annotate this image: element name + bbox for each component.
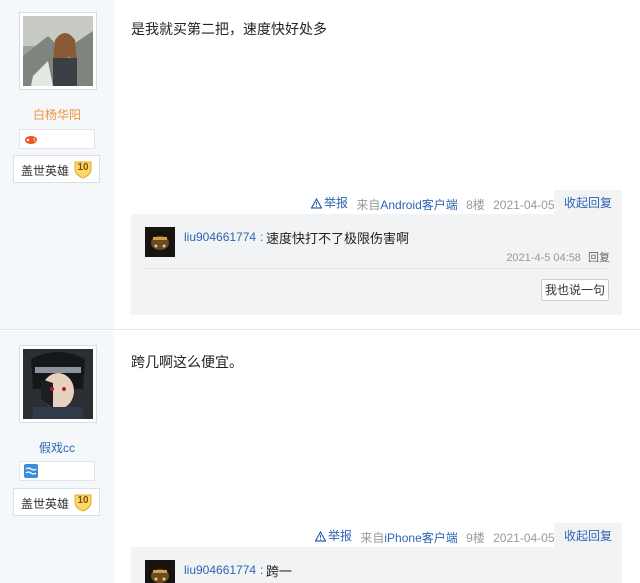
reply-meta: 2021-4-5 04:58 回复 bbox=[506, 249, 610, 265]
level-title: 盖世英雄 bbox=[21, 497, 70, 511]
reply-item: liu904661774 : 速度快打不了极限伤害啊 2021-4-5 04:5… bbox=[145, 227, 610, 269]
author-avatar[interactable] bbox=[19, 12, 97, 90]
author-sidebar: 白杨华阳 盖世英雄 10 bbox=[0, 0, 114, 329]
collapse-replies-button[interactable]: 收起回复 bbox=[554, 523, 622, 549]
author-username[interactable]: 白杨华阳 bbox=[0, 106, 114, 123]
report-link[interactable]: 举报 bbox=[311, 190, 348, 216]
level-badge: 10 bbox=[73, 492, 93, 512]
collapse-replies-button[interactable]: 收起回复 bbox=[554, 190, 622, 216]
level-title: 盖世英雄 bbox=[21, 164, 70, 178]
client-link[interactable]: Android客户端 bbox=[380, 198, 457, 212]
reply-text: 速度快打不了极限伤害啊 bbox=[266, 231, 410, 246]
reply-username[interactable]: liu904661774 bbox=[184, 563, 256, 577]
reply-box: liu904661774 : 跨一 bbox=[131, 547, 622, 583]
author-sidebar: 假戏cc 盖世英雄 10 bbox=[0, 331, 114, 583]
member-badge[interactable] bbox=[19, 129, 95, 149]
member-badge[interactable] bbox=[19, 461, 95, 481]
post-tail: 举报 来自Android客户端 8楼 2021-04-05 03:07 bbox=[311, 190, 593, 216]
reply-item: liu904661774 : 跨一 bbox=[145, 560, 610, 583]
post-content: 是我就买第二把，速度快好处多 bbox=[131, 21, 327, 37]
post-content: 跨几啊这么便宜。 bbox=[131, 354, 243, 370]
reply-box: liu904661774 : 速度快打不了极限伤害啊 2021-4-5 04:5… bbox=[131, 214, 622, 315]
user-level[interactable]: 盖世英雄 10 bbox=[13, 488, 100, 516]
level-badge: 10 bbox=[73, 159, 93, 179]
game-controller-icon bbox=[25, 136, 37, 144]
reply-time: 2021-4-5 04:58 bbox=[506, 252, 581, 264]
reply-button[interactable]: 回复 bbox=[588, 252, 610, 264]
user-level[interactable]: 盖世英雄 10 bbox=[13, 155, 100, 183]
post-floor-9: 假戏cc 盖世英雄 10 跨几啊这么便宜。 举报 来自iPhone客户端 9楼 … bbox=[0, 331, 640, 583]
warning-icon bbox=[311, 197, 322, 209]
post-tail: 举报 来自iPhone客户端 9楼 2021-04-05 04:38 bbox=[315, 523, 593, 549]
wave-badge-icon bbox=[24, 464, 38, 478]
author-avatar[interactable] bbox=[19, 345, 97, 423]
reply-separator: : bbox=[260, 230, 264, 244]
reply-text: 跨一 bbox=[266, 564, 293, 579]
reply-avatar[interactable] bbox=[145, 227, 175, 257]
reply-avatar[interactable] bbox=[145, 560, 175, 583]
report-link[interactable]: 举报 bbox=[315, 523, 352, 549]
reply-separator: : bbox=[260, 563, 264, 577]
warning-icon bbox=[315, 530, 326, 542]
post-floor-8: 白杨华阳 盖世英雄 10 是我就买第二把，速度快好处多 举报 来自Android… bbox=[0, 0, 640, 330]
say-something-button[interactable]: 我也说一句 bbox=[541, 279, 609, 301]
floor-number: 9楼 bbox=[466, 530, 485, 545]
client-source: 来自Android客户端 bbox=[356, 197, 458, 212]
author-username[interactable]: 假戏cc bbox=[0, 439, 114, 456]
floor-number: 8楼 bbox=[466, 197, 485, 212]
client-link[interactable]: iPhone客户端 bbox=[384, 531, 457, 545]
reply-username[interactable]: liu904661774 bbox=[184, 230, 256, 244]
client-source: 来自iPhone客户端 bbox=[360, 530, 458, 545]
